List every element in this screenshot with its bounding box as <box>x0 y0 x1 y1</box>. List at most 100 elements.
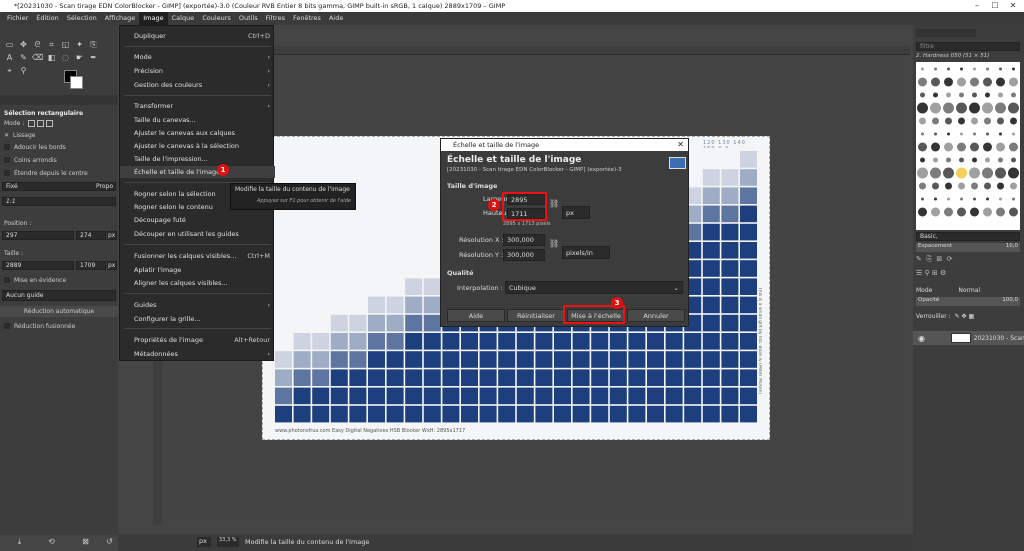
brush-thumb[interactable] <box>934 67 937 71</box>
brush-thumb[interactable] <box>971 182 978 190</box>
warp-icon[interactable]: ✦ <box>74 39 85 50</box>
brush-thumb[interactable] <box>958 117 965 125</box>
move-icon[interactable]: ✥ <box>18 39 29 50</box>
blur-icon[interactable]: ◌ <box>60 52 71 63</box>
brush-thumb[interactable] <box>920 92 925 98</box>
paintbrush-icon[interactable]: ✎ <box>18 52 29 63</box>
brush-thumb[interactable] <box>1009 142 1018 152</box>
brush-thumb[interactable] <box>945 182 952 190</box>
brush-thumb[interactable] <box>1010 182 1017 190</box>
brush-thumb[interactable] <box>1012 197 1015 201</box>
menu-item-aligner[interactable]: Aligner les calques visibles... <box>120 277 275 289</box>
menu-edition[interactable]: Édition <box>32 12 63 25</box>
brush-thumb[interactable] <box>934 132 937 136</box>
res-unit-combo[interactable]: pixels/in <box>562 246 610 259</box>
menu-item-echelle-taille[interactable]: Échelle et taille de l'image... <box>120 166 275 178</box>
brush-thumb[interactable] <box>985 92 990 98</box>
brush-thumb[interactable] <box>943 167 954 179</box>
lock-icon[interactable]: ✎ ✥ ▦ <box>955 313 975 320</box>
menu-item-mode[interactable]: Mode › <box>120 51 275 63</box>
clone-icon[interactable]: ⎘ <box>88 39 99 50</box>
brush-thumb[interactable] <box>985 157 990 163</box>
pos-unit[interactable]: px <box>107 231 117 240</box>
brush-thumb[interactable] <box>998 92 1003 98</box>
brush-thumb[interactable] <box>960 132 963 136</box>
brush-thumb[interactable] <box>1012 67 1015 71</box>
brush-thumb[interactable] <box>918 207 927 217</box>
pos-y-field[interactable]: 274 <box>76 231 106 240</box>
brush-thumb[interactable] <box>957 207 966 217</box>
resx-input[interactable]: 300,000 <box>503 234 545 246</box>
menu-item-taille-impression[interactable]: Taille de l'impression... <box>120 153 275 165</box>
size-w-field[interactable]: 2889 <box>2 261 74 270</box>
brush-thumb[interactable] <box>973 132 976 136</box>
bucket-icon[interactable]: ◧ <box>46 52 57 63</box>
layer-tabs[interactable]: ☰ ⚲ ⊞ ⚙ <box>916 269 1020 279</box>
brush-thumb[interactable] <box>956 102 967 114</box>
lissage-row[interactable]: ✕ Lissage <box>0 129 118 141</box>
brush-thumb[interactable] <box>933 92 938 98</box>
menu-item-ajuster-selection[interactable]: Ajuster le canevas à la sélection <box>120 140 275 152</box>
brush-thumb[interactable] <box>933 157 938 163</box>
brush-thumb[interactable] <box>983 142 992 152</box>
menu-item-grille[interactable]: Configurer la grille... <box>120 313 275 325</box>
brush-set-field[interactable]: Basic, <box>916 232 1020 241</box>
brush-thumb[interactable] <box>945 117 952 125</box>
mode-replace-icon[interactable] <box>28 119 36 127</box>
path-icon[interactable]: ✒ <box>88 52 99 63</box>
unit-combo[interactable]: px <box>197 537 211 547</box>
brush-thumb[interactable] <box>969 102 980 114</box>
mode-subtract-icon[interactable] <box>46 119 54 127</box>
brush-thumb[interactable] <box>997 117 1004 125</box>
menu-item-decouper-guides[interactable]: Découper en utilisant les guides <box>120 228 275 240</box>
spacing-slider[interactable]: Espacement 10,0 <box>916 243 1020 252</box>
brush-thumb[interactable] <box>971 117 978 125</box>
brush-thumb[interactable] <box>960 197 963 201</box>
brush-thumb[interactable] <box>998 157 1003 163</box>
zoom-icon[interactable]: ⚲ <box>18 65 29 76</box>
brush-thumb[interactable] <box>986 67 989 71</box>
menu-item-dupliquer[interactable]: Dupliquer Ctrl+D <box>120 30 275 42</box>
brush-thumb[interactable] <box>1008 167 1019 179</box>
maximize-icon[interactable]: ☐ <box>986 0 1004 12</box>
brush-thumb[interactable] <box>921 132 924 136</box>
brush-thumb[interactable] <box>995 102 1006 114</box>
brush-thumb[interactable] <box>960 67 963 71</box>
brush-thumb[interactable] <box>946 92 951 98</box>
brush-thumb[interactable] <box>970 207 979 217</box>
brush-thumb[interactable] <box>1011 92 1016 98</box>
brush-thumb[interactable] <box>997 182 1004 190</box>
crop-icon[interactable]: ⌗ <box>46 39 57 50</box>
brush-thumb[interactable] <box>930 102 941 114</box>
menu-item-ajuster-calques[interactable]: Ajuster le canevas aux calques <box>120 127 275 139</box>
menu-item-transformer[interactable]: Transformer › <box>120 100 275 112</box>
brush-thumb[interactable] <box>999 132 1002 136</box>
brush-thumb[interactable] <box>947 67 950 71</box>
reset-button[interactable]: Réinitialiser <box>507 309 565 322</box>
cancel-button[interactable]: Annuler <box>627 309 685 322</box>
menu-aide[interactable]: Aide <box>325 12 347 25</box>
brush-filter-input[interactable]: filtre <box>916 42 1020 51</box>
brush-thumb[interactable] <box>958 182 965 190</box>
brush-thumb[interactable] <box>995 167 1006 179</box>
rect-select-icon[interactable]: ▭ <box>4 39 15 50</box>
mode-add-icon[interactable] <box>37 119 45 127</box>
evidence-row[interactable]: Mise en évidence <box>0 274 118 286</box>
menu-item-metadonnees[interactable]: Métadonnées › <box>120 348 275 360</box>
adoucir-row[interactable]: Adoucir les bords <box>0 141 118 153</box>
interp-combo[interactable]: Cubique ⌄ <box>505 281 683 294</box>
brush-thumb[interactable] <box>1009 77 1018 87</box>
coins-row[interactable]: Coins arrondis <box>0 154 118 166</box>
brush-thumb[interactable] <box>969 167 980 179</box>
brush-thumb[interactable] <box>999 67 1002 71</box>
zoom-combo[interactable]: 33,3 % <box>217 537 239 547</box>
brush-thumb[interactable] <box>944 77 953 87</box>
brush-thumb[interactable] <box>920 157 925 163</box>
brush-thumb[interactable] <box>957 77 966 87</box>
menu-filtres[interactable]: Filtres <box>262 12 289 25</box>
ratio-field[interactable]: 1:1 <box>2 197 116 206</box>
brush-thumb[interactable] <box>983 77 992 87</box>
brush-thumb[interactable] <box>934 197 937 201</box>
close-icon[interactable]: ✕ <box>1004 0 1022 12</box>
brush-thumb[interactable] <box>931 142 940 152</box>
